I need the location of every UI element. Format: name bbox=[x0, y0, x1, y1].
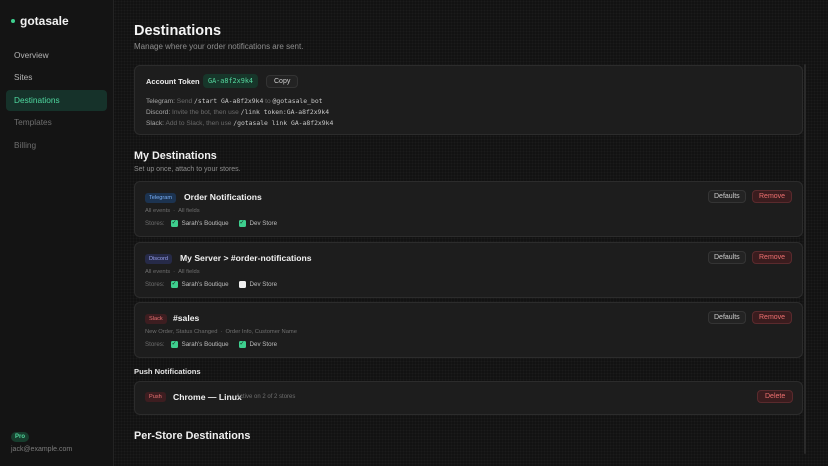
store-checkbox-dev-store[interactable]: ✓ bbox=[238, 220, 246, 227]
store-checkbox-sarahs-boutique[interactable]: ✓ bbox=[170, 341, 178, 348]
destination-name: #sales bbox=[173, 313, 200, 323]
plan-badge: Pro bbox=[11, 432, 30, 442]
push-notifications-title: Push Notifications bbox=[134, 367, 201, 376]
discord-instruction-text: Invite the bot, then use bbox=[172, 109, 239, 116]
discord-command: /link token:GA-a8f2x9k4 bbox=[240, 108, 330, 116]
destination-events: All events bbox=[145, 208, 171, 214]
brand-name: gotasale bbox=[20, 14, 69, 28]
destination-events: All events bbox=[145, 269, 171, 275]
store-checkbox-dev-store[interactable]: ✓ bbox=[238, 341, 246, 348]
remove-button[interactable]: Remove bbox=[752, 311, 793, 324]
platform-badge-telegram: Telegram bbox=[145, 193, 177, 203]
push-status: Active on 2 of 2 stores bbox=[236, 394, 296, 400]
slack-instruction: Slack: Add to Slack, then use /gotasale … bbox=[146, 119, 333, 127]
scrollbar[interactable] bbox=[804, 64, 806, 454]
store-name: Dev Store bbox=[249, 341, 278, 348]
destination-name: Order Notifications bbox=[184, 192, 262, 202]
stores-label: Stores: bbox=[145, 341, 165, 348]
sidebar: gotasale Overview Sites Destinations Tem… bbox=[0, 0, 114, 466]
destination-stores: Stores: ✓ Sarah's Boutique ✓ Dev Store bbox=[145, 341, 283, 348]
telegram-instruction: Telegram: Send /start GA-a8f2x9k4 to @go… bbox=[146, 97, 323, 105]
telegram-instruction-text: Send bbox=[176, 98, 193, 105]
destination-meta: All events · All fields bbox=[145, 208, 200, 214]
store-checkbox-sarahs-boutique[interactable]: ✓ bbox=[170, 281, 178, 288]
discord-instruction: Discord: Invite the bot, then use /link … bbox=[146, 108, 329, 116]
destination-card-discord: Discord My Server > #order-notifications… bbox=[134, 242, 803, 298]
store-name: Dev Store bbox=[249, 220, 278, 227]
stores-label: Stores: bbox=[145, 220, 165, 227]
remove-button[interactable]: Remove bbox=[752, 251, 793, 264]
account-token-value: GA-a8f2x9k4 bbox=[203, 74, 259, 88]
discord-instruction-label: Discord: bbox=[146, 109, 171, 116]
sidebar-item-billing[interactable]: Billing bbox=[6, 135, 107, 156]
destination-stores: Stores: ✓ Sarah's Boutique Dev Store bbox=[145, 281, 283, 288]
main-content: Destinations Manage where your order not… bbox=[114, 0, 828, 466]
destination-card-telegram: Telegram Order Notifications All events ·… bbox=[134, 181, 803, 237]
defaults-button[interactable]: Defaults bbox=[708, 311, 746, 324]
destination-card-slack: Slack #sales New Order, Status Changed · O… bbox=[134, 302, 803, 358]
destination-meta: All events · All fields bbox=[145, 269, 200, 275]
defaults-button[interactable]: Defaults bbox=[708, 251, 746, 264]
slack-instruction-text: Add to Slack, then use bbox=[165, 120, 232, 127]
user-email: jack@example.com bbox=[11, 446, 73, 453]
store-checkbox-sarahs-boutique[interactable]: ✓ bbox=[170, 220, 178, 227]
account-token-card: Account Token GA-a8f2x9k4 Copy Telegram:… bbox=[134, 65, 803, 135]
telegram-bot-handle: @gotasale_bot bbox=[272, 97, 323, 105]
push-device-name: Chrome — Linux bbox=[173, 392, 242, 402]
platform-badge-slack: Slack bbox=[145, 314, 167, 324]
my-destinations-title: My Destinations bbox=[134, 150, 217, 162]
my-destinations-subtitle: Set up once, attach to your stores. bbox=[134, 166, 241, 173]
destination-fields: All fields bbox=[178, 208, 200, 214]
copy-token-button[interactable]: Copy bbox=[266, 75, 299, 88]
sidebar-item-sites[interactable]: Sites bbox=[6, 67, 107, 88]
stores-label: Stores: bbox=[145, 281, 165, 288]
store-name: Dev Store bbox=[249, 281, 278, 288]
telegram-command: /start GA-a8f2x9k4 bbox=[194, 97, 264, 105]
destination-fields: Order Info, Customer Name bbox=[225, 329, 297, 335]
store-name: Sarah's Boutique bbox=[181, 341, 229, 348]
destination-name: My Server > #order-notifications bbox=[180, 253, 312, 263]
sidebar-item-destinations[interactable]: Destinations bbox=[6, 89, 107, 111]
store-checkbox-dev-store[interactable] bbox=[238, 281, 246, 288]
account-token-label: Account Token bbox=[146, 77, 200, 86]
destination-fields: All fields bbox=[178, 269, 200, 275]
telegram-instruction-label: Telegram: bbox=[146, 98, 175, 105]
push-destination-card: Push Chrome — Linux Active on 2 of 2 sto… bbox=[134, 381, 803, 415]
slack-instruction-label: Slack: bbox=[146, 120, 164, 127]
telegram-instruction-to: to bbox=[265, 98, 271, 105]
brand-dot-icon bbox=[11, 19, 15, 23]
page-subtitle: Manage where your order notifications ar… bbox=[134, 42, 304, 51]
defaults-button[interactable]: Defaults bbox=[708, 190, 746, 203]
destination-events: New Order, Status Changed bbox=[145, 329, 218, 335]
slack-command: /gotasale link GA-a8f2x9k4 bbox=[233, 119, 334, 127]
platform-badge-discord: Discord bbox=[145, 254, 172, 264]
store-name: Sarah's Boutique bbox=[181, 220, 229, 227]
platform-badge-push: Push bbox=[145, 392, 166, 402]
remove-button[interactable]: Remove bbox=[752, 190, 793, 203]
sidebar-item-templates[interactable]: Templates bbox=[6, 112, 107, 133]
destination-meta: New Order, Status Changed · Order Info, Cu… bbox=[145, 329, 297, 335]
destination-stores: Stores: ✓ Sarah's Boutique ✓ Dev Store bbox=[145, 220, 283, 227]
store-name: Sarah's Boutique bbox=[181, 281, 229, 288]
page-title: Destinations bbox=[134, 23, 222, 39]
brand[interactable]: gotasale bbox=[11, 14, 69, 28]
sidebar-nav: Overview Sites Destinations Templates Bi… bbox=[6, 45, 107, 157]
sidebar-item-overview[interactable]: Overview bbox=[6, 45, 107, 66]
per-store-destinations-title: Per-Store Destinations bbox=[134, 430, 251, 442]
delete-button[interactable]: Delete bbox=[757, 390, 794, 403]
